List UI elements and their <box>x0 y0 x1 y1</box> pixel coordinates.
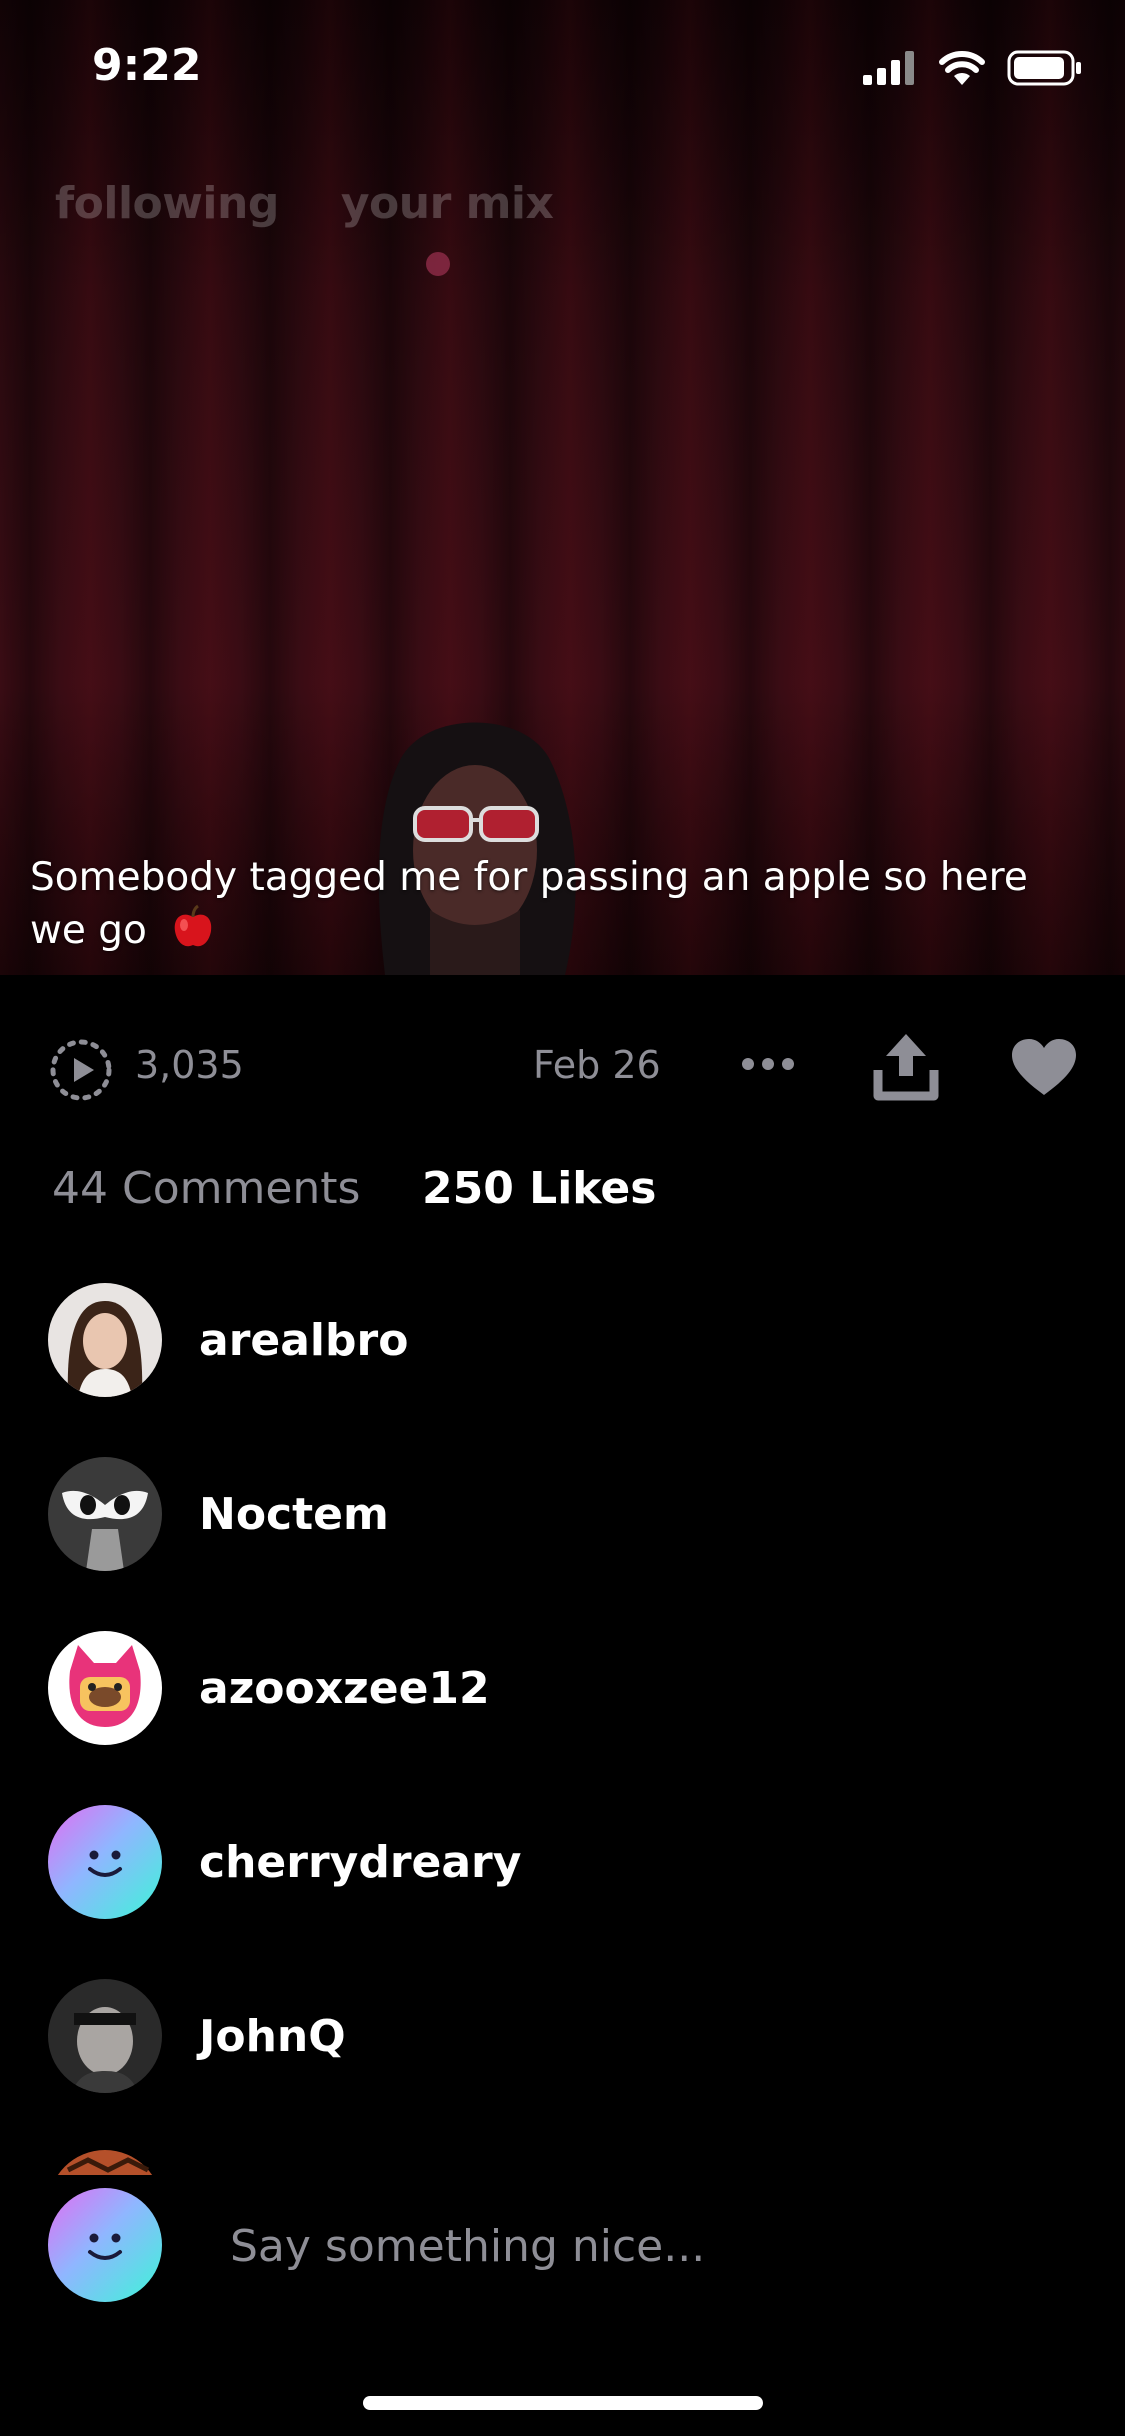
wifi-icon <box>939 51 985 85</box>
cellular-signal-icon <box>863 51 914 85</box>
like-row[interactable]: azooxzee12 <box>48 1631 1078 1747</box>
comment-input[interactable] <box>228 2209 1052 2283</box>
username[interactable]: JohnQ <box>199 2011 346 2062</box>
username[interactable]: arealbro <box>199 1315 408 1366</box>
user-avatar[interactable] <box>48 1457 162 1571</box>
user-avatar[interactable] <box>48 1805 162 1919</box>
like-row[interactable]: arealbro <box>48 1283 1078 1399</box>
play-count: 3,035 <box>135 1043 244 1087</box>
like-row[interactable]: JohnQ <box>48 1979 1078 2095</box>
apple-emoji-icon <box>175 904 212 947</box>
status-time: 9:22 <box>92 40 202 91</box>
like-row[interactable]: cherrydreary <box>48 1805 1078 1921</box>
status-bar: 9:22 <box>0 0 1125 140</box>
share-icon[interactable] <box>872 1030 940 1102</box>
status-icons <box>863 50 1083 86</box>
tab-likes[interactable]: 250 Likes <box>422 1163 656 1214</box>
user-avatar[interactable] <box>48 1631 162 1745</box>
comment-composer <box>0 2175 1125 2315</box>
play-count-icon <box>50 1039 112 1101</box>
tab-your-mix[interactable]: your mix <box>341 178 554 229</box>
home-indicator[interactable] <box>363 2396 763 2410</box>
tab-following[interactable]: following <box>55 178 279 229</box>
user-avatar[interactable] <box>48 1979 162 2093</box>
video-caption: Somebody tagged me for passing an apple … <box>30 852 1050 956</box>
my-avatar <box>48 2188 162 2302</box>
user-avatar[interactable] <box>48 1283 162 1397</box>
username[interactable]: azooxzee12 <box>199 1663 490 1714</box>
like-row[interactable]: Noctem <box>48 1457 1078 1573</box>
feed-tabs: following your mix <box>55 178 554 229</box>
active-tab-indicator <box>426 252 450 276</box>
like-heart-icon[interactable] <box>1010 1037 1078 1097</box>
more-options-icon[interactable] <box>740 1052 796 1076</box>
username[interactable]: Noctem <box>199 1489 389 1540</box>
username[interactable]: cherrydreary <box>199 1837 521 1888</box>
tab-comments[interactable]: 44 Comments <box>52 1163 360 1214</box>
battery-icon <box>1007 50 1081 86</box>
video-player[interactable]: 9:22 following your mix Somebody tagged … <box>0 0 1125 975</box>
post-date: Feb 26 <box>533 1043 661 1087</box>
